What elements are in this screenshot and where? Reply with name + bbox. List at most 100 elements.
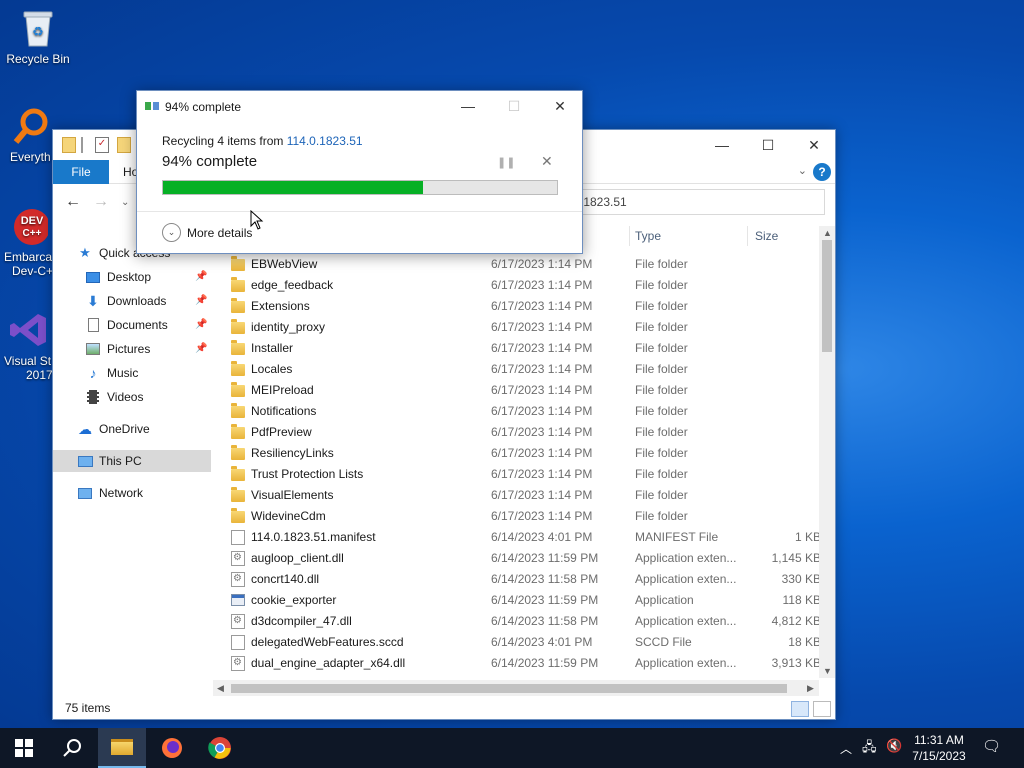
video-film-icon <box>85 389 101 405</box>
scroll-up-arrow-icon[interactable]: ▲ <box>823 228 832 238</box>
maximize-button[interactable]: ☐ <box>745 130 791 160</box>
table-row[interactable]: ResiliencyLinks 6/17/2023 1:14 PM File fol… <box>215 443 819 464</box>
sidebar-item-documents[interactable]: Documents 📌 <box>53 314 211 336</box>
table-row[interactable]: Installer 6/17/2023 1:14 PM File folder <box>215 338 819 359</box>
table-row[interactable]: dual_engine_adapter_x64.dll 6/14/2023 11:… <box>215 653 819 674</box>
properties-icon[interactable]: ✓ <box>95 137 109 153</box>
large-icons-view-icon[interactable] <box>813 701 831 717</box>
file-type: File folder <box>635 362 688 376</box>
source-folder-link[interactable]: 114.0.1823.51 <box>287 134 363 148</box>
tab-file[interactable]: File <box>53 160 109 184</box>
table-row[interactable]: concrt140.dll 6/14/2023 11:58 PM Applicati… <box>215 569 819 590</box>
table-row[interactable]: 114.0.1823.51.manifest 6/14/2023 4:01 PM M… <box>215 527 819 548</box>
column-header-size[interactable]: Size <box>755 224 778 248</box>
folder-icon <box>231 361 245 376</box>
table-row[interactable]: WidevineCdm 6/17/2023 1:14 PM File folder <box>215 506 819 527</box>
sidebar-item-music[interactable]: ♪ Music <box>53 362 211 384</box>
progress-percent-text: 94% complete <box>162 153 258 170</box>
sidebar-item-desktop[interactable]: Desktop 📌 <box>53 266 211 288</box>
dialog-maximize-button[interactable]: ☐ <box>491 91 537 121</box>
table-row[interactable]: Locales 6/17/2023 1:14 PM File folder <box>215 359 819 380</box>
table-row[interactable]: Trust Protection Lists 6/17/2023 1:14 PM F… <box>215 464 819 485</box>
table-row[interactable]: edge_feedback 6/17/2023 1:14 PM File folde… <box>215 275 819 296</box>
table-row[interactable]: Extensions 6/17/2023 1:14 PM File folder <box>215 296 819 317</box>
dll-file-icon <box>231 614 245 629</box>
close-button[interactable]: ✕ <box>791 130 837 160</box>
svg-text:♻: ♻ <box>32 24 44 39</box>
table-row[interactable]: identity_proxy 6/17/2023 1:14 PM File fold… <box>215 317 819 338</box>
start-button[interactable] <box>0 728 48 768</box>
taskbar-clock[interactable]: 11:31 AM 7/15/2023 <box>905 732 973 764</box>
desktop-icon-recycle-bin[interactable]: ♻ Recycle Bin <box>2 8 74 66</box>
forward-arrow-icon[interactable]: → <box>93 193 109 211</box>
scroll-right-arrow-icon[interactable]: ▶ <box>807 683 814 694</box>
pin-icon[interactable]: 📌 <box>195 343 207 354</box>
document-icon <box>231 530 245 545</box>
desktop-icon-label: Visual St <box>4 354 52 368</box>
taskbar-firefox[interactable] <box>148 728 196 768</box>
table-row[interactable]: PdfPreview 6/17/2023 1:14 PM File folder <box>215 422 819 443</box>
chevron-down-icon[interactable]: ⌄ <box>162 223 181 242</box>
cancel-icon[interactable]: ✕ <box>541 153 553 170</box>
column-header-type[interactable]: Type <box>635 224 661 248</box>
file-name: PdfPreview <box>251 425 312 439</box>
file-type: File folder <box>635 467 688 481</box>
table-row[interactable]: EBWebView 6/17/2023 1:14 PM File folder <box>215 254 819 275</box>
devcpp-icon: DEV C++ <box>8 206 48 246</box>
file-date-modified: 6/14/2023 11:58 PM <box>491 614 599 628</box>
clock-time: 11:31 AM <box>914 733 964 747</box>
sidebar-item-network[interactable]: Network <box>53 482 211 504</box>
horizontal-scroll-thumb[interactable] <box>231 684 787 693</box>
minimize-button[interactable]: — <box>699 130 745 160</box>
table-row[interactable]: cookie_exporter 6/14/2023 11:59 PM Applica… <box>215 590 819 611</box>
desktop-icon-everything[interactable]: Everyth <box>0 106 60 164</box>
sidebar-item-onedrive[interactable]: ☁ OneDrive <box>53 418 211 440</box>
search-button[interactable] <box>48 728 96 768</box>
file-name: edge_feedback <box>251 278 334 292</box>
vertical-scroll-thumb[interactable] <box>822 240 832 352</box>
scroll-left-arrow-icon[interactable]: ◀ <box>217 683 224 694</box>
ribbon-expand-icon[interactable]: ⌄ <box>798 164 807 177</box>
pause-icon[interactable]: ❚❚ <box>497 156 515 169</box>
new-folder-icon[interactable] <box>117 137 131 153</box>
file-date-modified: 6/14/2023 4:01 PM <box>491 530 593 544</box>
more-details-button[interactable]: More details <box>187 226 252 240</box>
pin-icon[interactable]: 📌 <box>195 319 207 330</box>
table-row[interactable]: MEIPreload 6/17/2023 1:14 PM File folder <box>215 380 819 401</box>
help-icon[interactable]: ? <box>813 163 831 181</box>
dialog-close-button[interactable]: ✕ <box>537 91 583 121</box>
folder-icon <box>231 298 245 313</box>
table-row[interactable]: augloop_client.dll 6/14/2023 11:59 PM Appl… <box>215 548 819 569</box>
file-explorer-icon <box>111 739 133 755</box>
network-status-icon[interactable]: 🖧 <box>862 738 877 760</box>
sidebar-item-downloads[interactable]: ⬇ Downloads 📌 <box>53 290 211 312</box>
desktop-icon-devcpp[interactable]: DEV C++ Embarca Dev-C+ <box>0 206 56 278</box>
sidebar-item-videos[interactable]: Videos <box>53 386 211 408</box>
details-view-icon[interactable] <box>791 701 809 717</box>
notifications-icon[interactable]: 🗨 <box>982 737 1001 755</box>
desktop-icon-visual-studio[interactable]: Visual St 2017 <box>0 310 56 382</box>
sidebar-item-this-pc[interactable]: This PC <box>53 450 211 472</box>
separator-icon <box>81 137 83 153</box>
volume-muted-icon[interactable]: 🔇 <box>886 738 902 754</box>
table-row[interactable]: delegatedWebFeatures.sccd 6/14/2023 4:01 … <box>215 632 819 653</box>
file-type: SCCD File <box>635 635 692 649</box>
horizontal-scrollbar[interactable]: ◀ ▶ <box>213 680 819 696</box>
sidebar-item-pictures[interactable]: Pictures 📌 <box>53 338 211 360</box>
taskbar-chrome[interactable] <box>196 728 244 768</box>
address-bar[interactable]: .1823.51 <box>573 189 825 215</box>
taskbar-file-explorer[interactable] <box>98 728 146 768</box>
recent-locations-icon[interactable]: ⌄ <box>121 197 129 208</box>
back-arrow-icon[interactable]: ← <box>65 193 81 211</box>
pin-icon[interactable]: 📌 <box>195 271 207 282</box>
table-row[interactable]: d3dcompiler_47.dll 6/14/2023 11:58 PM Appl… <box>215 611 819 632</box>
pin-icon[interactable]: 📌 <box>195 295 207 306</box>
scroll-down-arrow-icon[interactable]: ▼ <box>823 666 832 676</box>
file-type: File folder <box>635 299 688 313</box>
vertical-scrollbar[interactable]: ▲ ▼ <box>819 226 835 678</box>
dialog-minimize-button[interactable]: — <box>445 91 491 121</box>
show-hidden-icons-chevron-icon[interactable]: ︿ <box>840 740 852 757</box>
table-row[interactable]: Notifications 6/17/2023 1:14 PM File folde… <box>215 401 819 422</box>
star-icon: ★ <box>79 245 91 260</box>
table-row[interactable]: VisualElements 6/17/2023 1:14 PM File fold… <box>215 485 819 506</box>
